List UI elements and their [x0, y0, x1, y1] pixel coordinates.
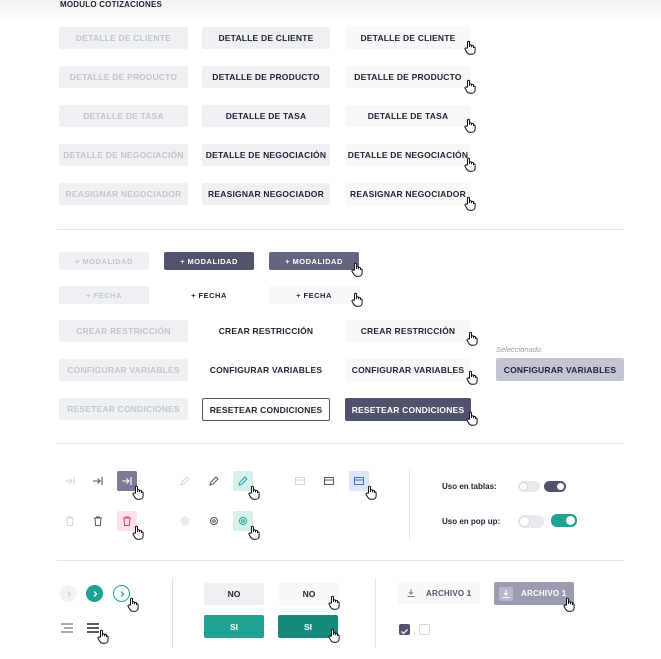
toggle-off[interactable]	[518, 515, 544, 528]
hand-cursor-icon	[132, 525, 146, 541]
login-icon[interactable]	[89, 472, 107, 490]
trash-icon[interactable]	[89, 512, 107, 530]
hand-cursor-icon	[132, 485, 146, 501]
divider	[375, 578, 376, 648]
page-title: MODULO COTIZACIONES	[60, 0, 163, 9]
crear-restriccion-hover-button[interactable]: CREAR RESTRICCIÓN	[345, 320, 471, 342]
hand-cursor-icon	[351, 292, 365, 308]
divider	[57, 560, 624, 561]
detalle-negociacion-button[interactable]: DETALLE DE NEGOCIACIÓN	[202, 144, 330, 166]
detalle-tasa-disabled-button: DETALLE DE TASA	[59, 105, 188, 127]
archivo-hover-button[interactable]: ARCHIVO 1	[494, 582, 574, 605]
hand-cursor-icon	[466, 331, 480, 347]
pencil-icon[interactable]	[205, 472, 223, 490]
divider	[172, 578, 173, 648]
hand-cursor-icon	[127, 597, 141, 613]
hand-cursor-icon	[328, 595, 342, 611]
configurar-variables-disabled-button: CONFIGURAR VARIABLES	[59, 359, 188, 381]
window-icon[interactable]	[320, 472, 338, 490]
divider	[409, 470, 410, 540]
detalle-tasa-button[interactable]: DETALLE DE TASA	[202, 105, 330, 127]
selected-note: Seleccionado	[496, 345, 542, 354]
crear-restriccion-button[interactable]: CREAR RESTRICCIÓN	[202, 320, 330, 342]
chevron-right-icon[interactable]	[86, 585, 103, 602]
crear-restriccion-disabled-button: CREAR RESTRICCIÓN	[59, 320, 188, 342]
login-icon	[61, 472, 79, 490]
checkbox-unchecked[interactable]	[419, 624, 430, 635]
reasignar-negociador-hover-button[interactable]: REASIGNAR NEGOCIADOR	[345, 183, 471, 205]
divider	[57, 229, 624, 230]
pencil-icon	[176, 472, 194, 490]
hand-cursor-icon	[466, 370, 480, 386]
toggle-label: Uso en pop up:	[442, 517, 501, 526]
archivo-label: ARCHIVO 1	[521, 589, 567, 598]
hand-cursor-icon	[248, 525, 262, 541]
configurar-variables-selected-button[interactable]: CONFIGURAR VARIABLES	[496, 358, 624, 381]
list-icon[interactable]	[59, 621, 75, 635]
gear-icon	[176, 512, 194, 530]
toggle-on[interactable]	[544, 481, 566, 492]
hand-cursor-icon	[365, 485, 379, 501]
modalidad-disabled-button: + MODALIDAD	[59, 252, 149, 270]
detalle-producto-disabled-button: DETALLE DE PRODUCTO	[59, 66, 188, 88]
modalidad-button[interactable]: + MODALIDAD	[164, 252, 254, 270]
hand-cursor-icon	[464, 157, 478, 173]
hand-cursor-icon	[97, 629, 111, 645]
detalle-negociacion-disabled-button: DETALLE DE NEGOCIACIÓN	[59, 144, 188, 166]
toggle-on[interactable]	[551, 514, 577, 527]
detalle-tasa-hover-button[interactable]: DETALLE DE TASA	[345, 105, 471, 127]
no-button[interactable]: NO	[204, 583, 264, 605]
toggle-label: Uso en tablas:	[442, 482, 497, 491]
hand-cursor-icon	[466, 411, 480, 427]
trash-icon	[61, 512, 79, 530]
configurar-variables-button[interactable]: CONFIGURAR VARIABLES	[202, 359, 330, 381]
detalle-cliente-disabled-button: DETALLE DE CLIENTE	[59, 27, 188, 49]
checkbox-checked[interactable]	[399, 624, 410, 635]
download-icon	[407, 589, 415, 597]
hand-cursor-icon	[464, 118, 478, 134]
toggle-off[interactable]	[518, 481, 540, 492]
hand-cursor-icon	[464, 40, 478, 56]
resetear-condiciones-hover-button[interactable]: RESETEAR CONDICIONES	[345, 398, 471, 421]
hand-cursor-icon	[328, 628, 342, 644]
download-icon	[499, 586, 513, 601]
detalle-cliente-button[interactable]: DETALLE DE CLIENTE	[202, 27, 330, 49]
hand-cursor-icon	[351, 262, 365, 278]
hand-cursor-icon	[248, 485, 262, 501]
si-button[interactable]: SI	[204, 615, 264, 638]
window-icon	[291, 472, 309, 490]
detalle-producto-hover-button[interactable]: DETALLE DE PRODUCTO	[345, 66, 471, 88]
modalidad-hover-button[interactable]: + MODALIDAD	[269, 252, 359, 270]
chevron-right-icon	[60, 585, 77, 602]
divider	[57, 443, 624, 444]
detalle-producto-button[interactable]: DETALLE DE PRODUCTO	[202, 66, 330, 88]
fecha-button[interactable]: + FECHA	[164, 286, 254, 304]
archivo-button[interactable]: ARCHIVO 1	[398, 582, 480, 604]
reasignar-negociador-disabled-button: REASIGNAR NEGOCIADOR	[59, 183, 188, 205]
fecha-disabled-button: + FECHA	[59, 286, 149, 304]
resetear-condiciones-button[interactable]: RESETEAR CONDICIONES	[202, 398, 330, 421]
page: MODULO COTIZACIONES DETALLE DE CLIENTE D…	[0, 0, 661, 659]
hand-cursor-icon	[464, 196, 478, 212]
detalle-cliente-hover-button[interactable]: DETALLE DE CLIENTE	[345, 27, 471, 49]
hand-cursor-icon	[464, 79, 478, 95]
resetear-condiciones-disabled-button: RESETEAR CONDICIONES	[59, 398, 188, 420]
fecha-hover-button[interactable]: + FECHA	[269, 286, 359, 304]
hand-cursor-icon	[563, 597, 577, 613]
configurar-variables-hover-button[interactable]: CONFIGURAR VARIABLES	[345, 359, 471, 381]
detalle-negociacion-hover-button[interactable]: DETALLE DE NEGOCIACIÓN	[345, 144, 471, 166]
archivo-label: ARCHIVO 1	[426, 588, 472, 598]
reasignar-negociador-button[interactable]: REASIGNAR NEGOCIADOR	[202, 183, 330, 205]
gear-icon[interactable]	[205, 512, 223, 530]
